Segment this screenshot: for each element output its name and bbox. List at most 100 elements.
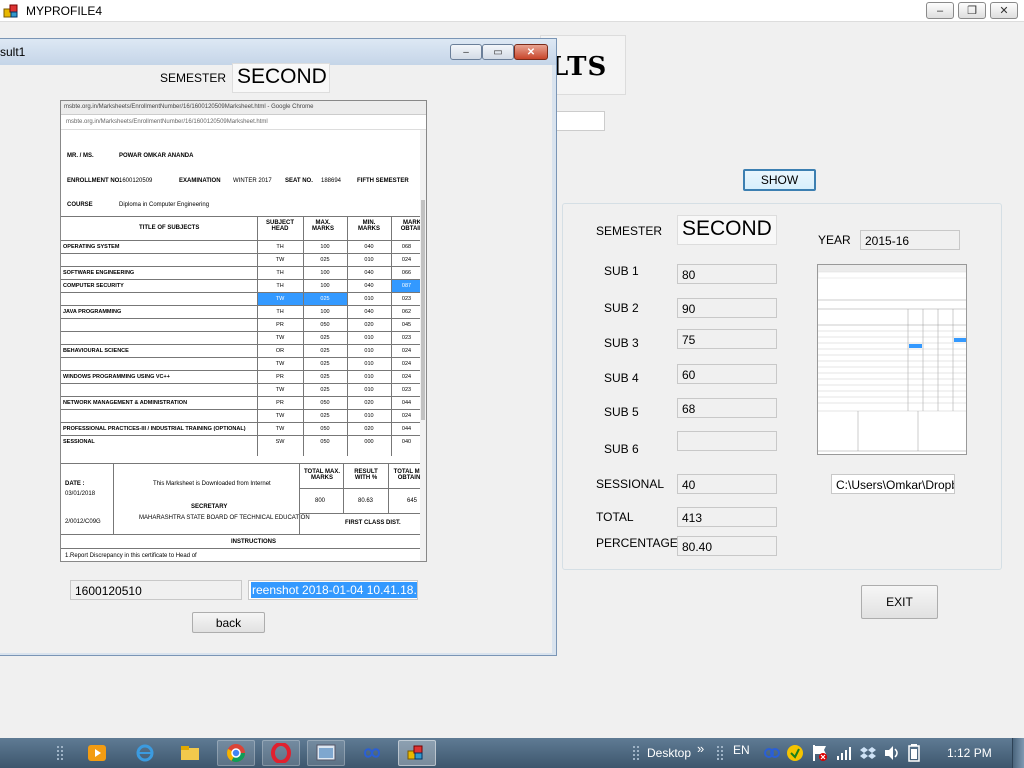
- col-title-header: TITLE OF SUBJECTS: [139, 225, 200, 231]
- restore-icon: ❐: [967, 5, 977, 17]
- sub1-label: SUB 1: [604, 264, 639, 278]
- min-marks: 010: [347, 357, 391, 371]
- close-button[interactable]: ✕: [990, 2, 1018, 19]
- min-marks: 010: [347, 383, 391, 397]
- subject-head: TW: [257, 292, 303, 306]
- internet-explorer-icon[interactable]: [135, 743, 155, 763]
- marks-row: BEHAVIOURAL SCIENCE OR 025 010 024: [61, 344, 422, 358]
- marks-table: OPERATING SYSTEM TH 100 040 068 TW 025 010 024 SO…: [61, 240, 422, 449]
- total-field[interactable]: 413: [677, 507, 777, 527]
- window-app-icon: [316, 744, 336, 761]
- chrome-icon: [227, 744, 245, 763]
- media-player-icon[interactable]: [87, 743, 107, 763]
- opera-icon: [271, 743, 291, 763]
- total-max-value: 800: [315, 498, 326, 504]
- sessional-field[interactable]: 40: [677, 474, 777, 494]
- min-marks: 010: [347, 292, 391, 306]
- sub4-field[interactable]: 60: [677, 364, 777, 384]
- min-marks: 020: [347, 318, 391, 332]
- min-marks: 040: [347, 279, 391, 293]
- file-explorer-icon[interactable]: [180, 744, 200, 762]
- marks-row: TW 025 010 023: [61, 383, 422, 397]
- course-label: COURSE: [67, 202, 93, 208]
- obtained-marks: 066: [391, 266, 422, 280]
- subject-head: TW: [257, 253, 303, 267]
- marks-row: NETWORK MANAGEMENT & ADMINISTRATION PR 050…: [61, 396, 422, 410]
- year-field[interactable]: 2015-16: [860, 230, 960, 250]
- subject-title: [61, 318, 257, 332]
- ref-number: 2/0012/C09G: [65, 519, 101, 525]
- subject-title: [61, 253, 257, 267]
- marks-row: PROFESSIONAL PRACTICES-III / INDUSTRIAL …: [61, 422, 422, 436]
- action-center-flag-icon[interactable]: [811, 743, 829, 763]
- sub2-label: SUB 2: [604, 301, 639, 315]
- shield-tray-icon[interactable]: [786, 744, 804, 762]
- show-button[interactable]: SHOW: [743, 169, 816, 191]
- min-marks: 040: [347, 240, 391, 254]
- marks-row: COMPUTER SECURITY TH 100 040 087: [61, 279, 422, 293]
- subject-head: SW: [257, 435, 303, 449]
- show-desktop-button[interactable]: [1012, 738, 1024, 768]
- image-path-field[interactable]: C:\Users\Omkar\Dropbo: [831, 474, 955, 494]
- myprofile-app-icon: [407, 745, 423, 760]
- marksheet-thumbnail: [817, 264, 967, 455]
- obtained-marks: 040: [391, 435, 422, 449]
- min-marks: 010: [347, 409, 391, 423]
- back-button[interactable]: back: [192, 612, 265, 633]
- percentage-label: PERCENTAGE: [596, 536, 678, 550]
- clock[interactable]: 1:12 PM: [947, 746, 992, 760]
- child-window-title: sult1: [0, 45, 26, 59]
- network-app-tray-icon[interactable]: [764, 747, 780, 759]
- obtained-marks: 024: [391, 370, 422, 384]
- dropbox-icon[interactable]: [860, 745, 876, 761]
- restore-icon: ▭: [493, 46, 503, 58]
- subject-title: [61, 292, 257, 306]
- sub6-field[interactable]: [677, 431, 777, 451]
- sub1-field[interactable]: 80: [677, 264, 777, 284]
- battery-icon[interactable]: [908, 744, 920, 762]
- obtained-marks: 062: [391, 305, 422, 319]
- marksheet-address-bar: msbte.org.in/Marksheets/EnrollmentNumber…: [61, 116, 426, 130]
- sub3-field[interactable]: 75: [677, 329, 777, 349]
- min-marks: 020: [347, 396, 391, 410]
- exit-button[interactable]: EXIT: [861, 585, 938, 619]
- marksheet-scrollbar[interactable]: [420, 130, 426, 561]
- min-marks: 010: [347, 253, 391, 267]
- percentage-field[interactable]: 80.40: [677, 536, 777, 556]
- max-marks: 050: [303, 318, 347, 332]
- sub2-field[interactable]: 90: [677, 298, 777, 318]
- child-close-button[interactable]: ✕: [514, 44, 548, 60]
- child-file-field[interactable]: reenshot 2018-01-04 10.41.18.png: [248, 580, 418, 600]
- total-obt-value: 645: [407, 498, 418, 504]
- signal-bars-icon[interactable]: [836, 745, 852, 761]
- sub3-label: SUB 3: [604, 336, 639, 350]
- minimize-button[interactable]: –: [926, 2, 954, 19]
- exam-label: EXAMINATION: [179, 178, 221, 184]
- subject-head: TW: [257, 409, 303, 423]
- sub5-label: SUB 5: [604, 405, 639, 419]
- child-enrollment-field[interactable]: 1600120510: [70, 580, 242, 600]
- enrollment-number: 1600120509: [119, 178, 153, 184]
- year-label: YEAR: [818, 233, 851, 247]
- max-marks: 025: [303, 409, 347, 423]
- toolbar-expand-icon[interactable]: »: [697, 741, 704, 756]
- subject-head: TW: [257, 331, 303, 345]
- semester-label: SEMESTER: [596, 224, 663, 238]
- max-marks: 050: [303, 396, 347, 410]
- subject-head: PR: [257, 318, 303, 332]
- sub5-field[interactable]: 68: [677, 398, 777, 418]
- subject-head: OR: [257, 344, 303, 358]
- volume-icon[interactable]: [883, 745, 901, 761]
- desktop-toolbar-label[interactable]: Desktop: [647, 746, 691, 760]
- marks-row: OPERATING SYSTEM TH 100 040 068: [61, 240, 422, 254]
- child-restore-button[interactable]: ▭: [482, 44, 514, 60]
- min-marks: 010: [347, 344, 391, 358]
- infinity-app-icon[interactable]: [362, 746, 382, 760]
- language-indicator[interactable]: EN: [733, 743, 750, 757]
- child-minimize-button[interactable]: –: [450, 44, 482, 60]
- max-marks: 025: [303, 383, 347, 397]
- instructions-label: INSTRUCTIONS: [231, 539, 276, 545]
- marks-row: SESSIONAL SW 050 000 040: [61, 435, 422, 449]
- obtained-marks: 044: [391, 422, 422, 436]
- restore-button[interactable]: ❐: [958, 2, 986, 19]
